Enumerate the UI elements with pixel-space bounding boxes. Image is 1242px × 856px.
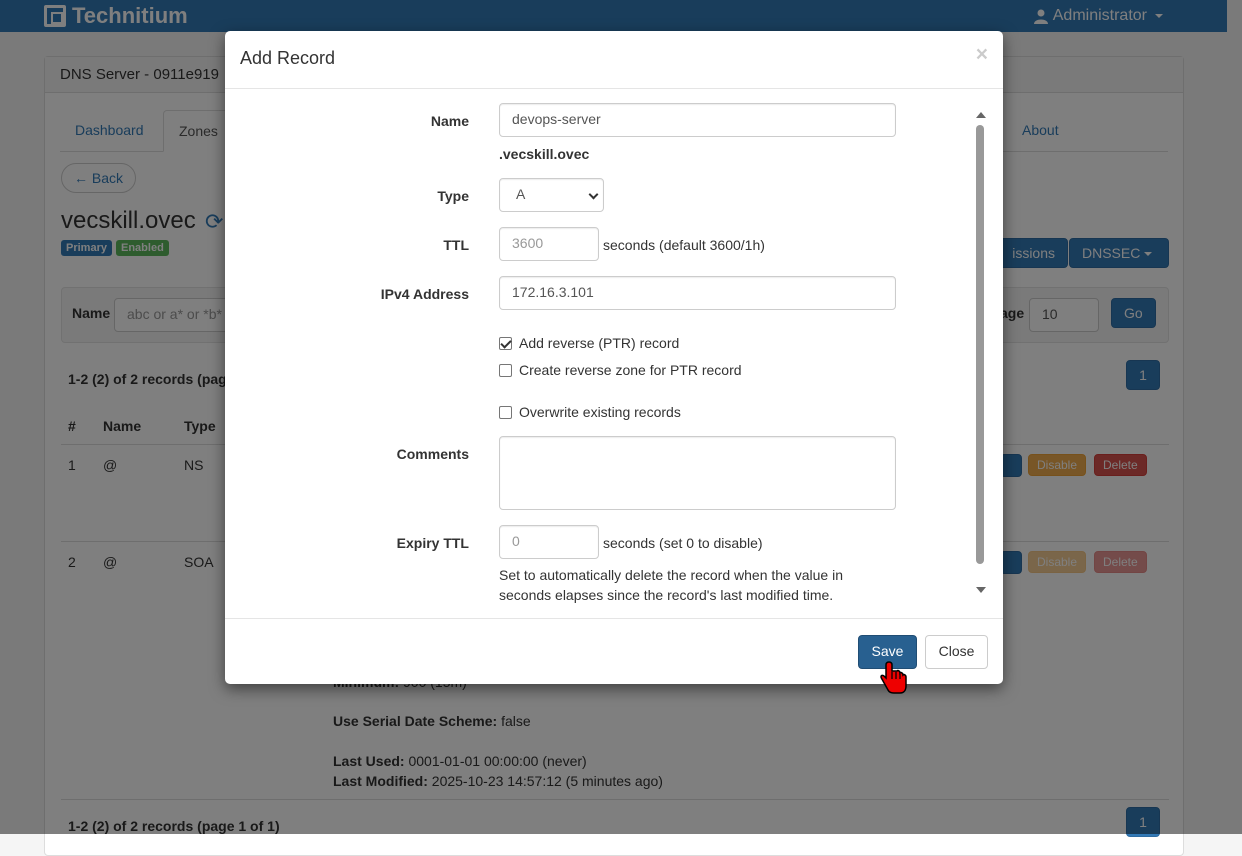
- ttl-input[interactable]: 3600: [499, 227, 599, 261]
- zone-suffix: .vecskill.ovec: [499, 146, 590, 162]
- expiry-ttl-input[interactable]: 0: [499, 525, 599, 559]
- expiry-help-line-1: Set to automatically delete the record w…: [499, 567, 843, 583]
- scrollbar-thumb[interactable]: [976, 125, 984, 564]
- close-button[interactable]: Close: [925, 635, 988, 669]
- ipv4-label: IPv4 Address: [380, 286, 469, 302]
- type-select-value: A: [516, 186, 526, 202]
- type-select[interactable]: A: [499, 178, 604, 212]
- expiry-ttl-label: Expiry TTL: [396, 535, 469, 551]
- add-ptr-checkbox[interactable]: [499, 337, 512, 350]
- comments-label: Comments: [396, 446, 469, 462]
- ttl-hint: seconds (default 3600/1h): [603, 237, 765, 253]
- expiry-ttl-hint: seconds (set 0 to disable): [603, 535, 763, 551]
- create-reverse-zone-checkbox[interactable]: [499, 364, 512, 377]
- name-label: Name: [430, 113, 469, 129]
- overwrite-checkbox[interactable]: [499, 406, 512, 419]
- name-input[interactable]: devops-server: [499, 103, 896, 137]
- comments-textarea[interactable]: [499, 436, 896, 510]
- create-reverse-zone-label[interactable]: Create reverse zone for PTR record: [519, 362, 742, 378]
- overwrite-label[interactable]: Overwrite existing records: [519, 404, 681, 420]
- add-ptr-label[interactable]: Add reverse (PTR) record: [519, 335, 679, 351]
- ttl-label: TTL: [443, 237, 469, 253]
- chevron-down-icon: [588, 189, 599, 200]
- add-record-dialog: Add Record × Name devops-server .vecskil…: [225, 31, 1003, 684]
- modal-header: Add Record ×: [225, 31, 1003, 89]
- modal-scrollbar[interactable]: [973, 109, 987, 599]
- scroll-down-arrow-icon[interactable]: [976, 587, 986, 593]
- ipv4-input[interactable]: 172.16.3.101: [499, 276, 896, 310]
- hand-pointer-cursor-icon: [880, 661, 907, 694]
- modal-title: Add Record: [240, 48, 336, 68]
- modal-body: Name devops-server .vecskill.ovec Type A…: [225, 89, 1003, 617]
- expiry-help-line-2: seconds elapses since the record's last …: [499, 587, 834, 603]
- close-icon[interactable]: ×: [976, 43, 988, 67]
- scroll-up-arrow-icon[interactable]: [976, 112, 986, 118]
- type-label: Type: [437, 188, 469, 204]
